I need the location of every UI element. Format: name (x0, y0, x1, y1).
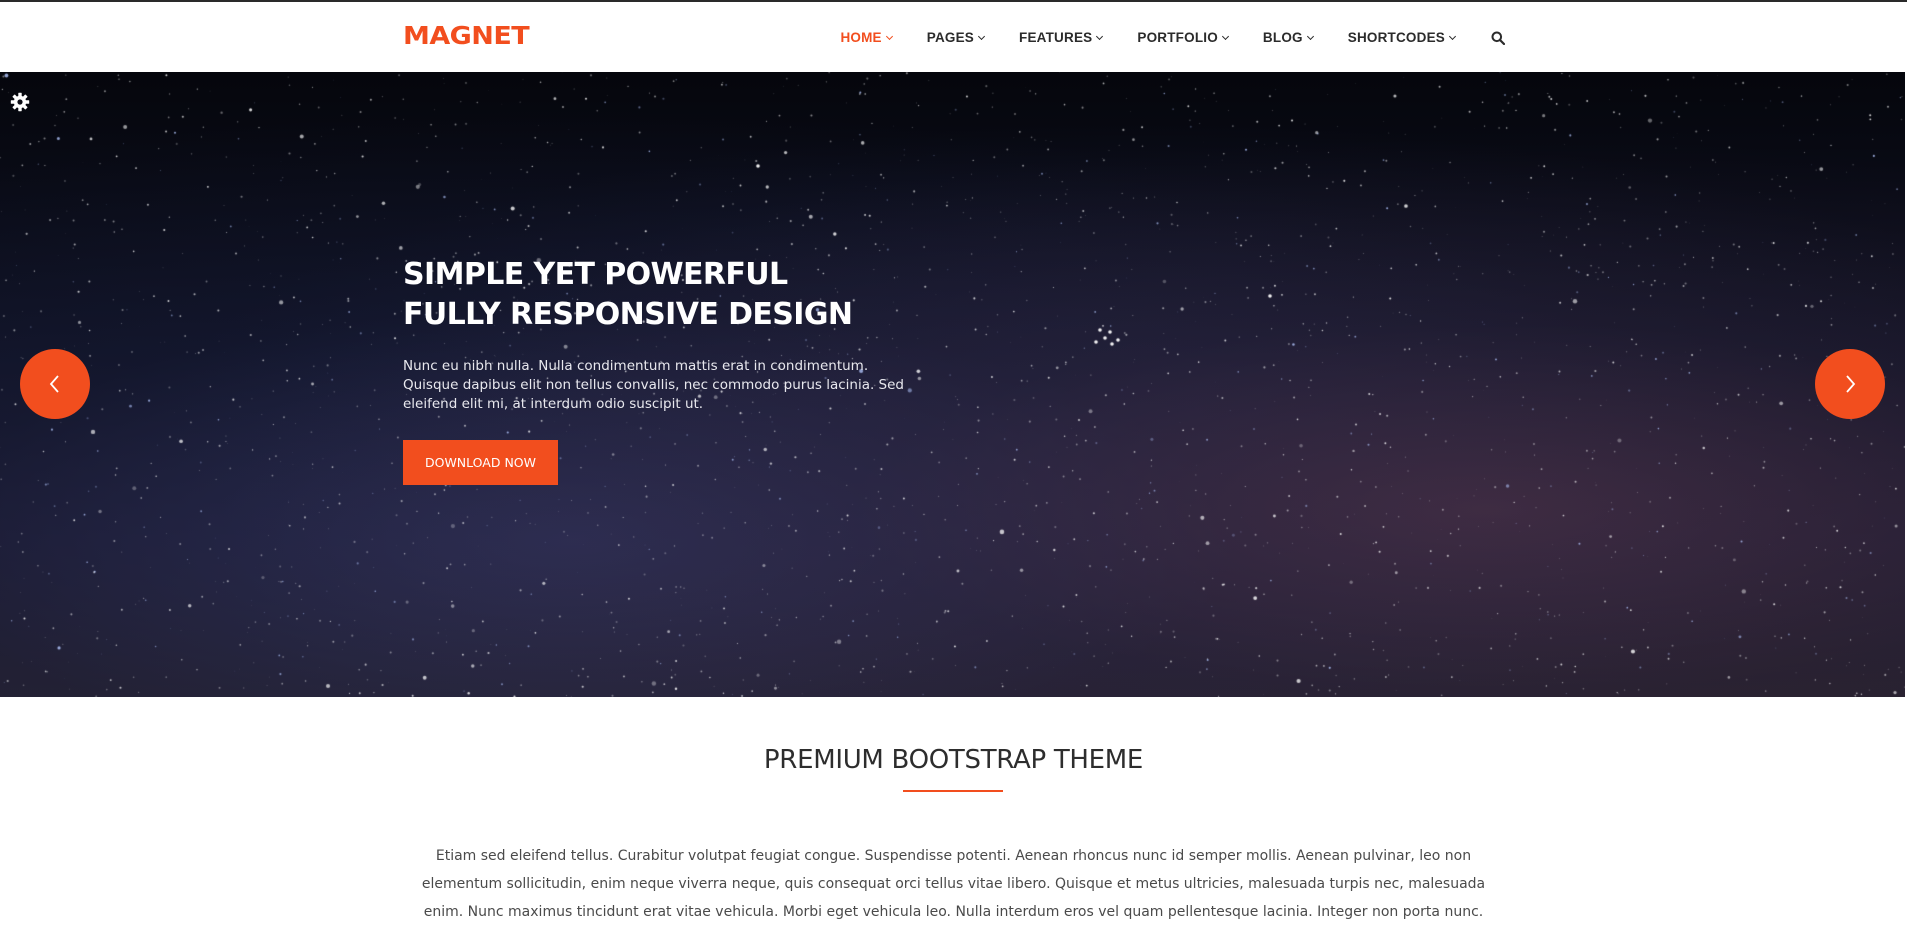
chevron-left-icon (49, 375, 59, 393)
nav-item-label: SHORTCODES (1347, 30, 1445, 45)
download-now-button[interactable]: DOWNLOAD NOW (403, 440, 558, 485)
slider-prev-button[interactable] (20, 349, 90, 419)
hero-title-line: FULLY RESPONSIVE DESIGN (403, 297, 853, 332)
nav-item-label: PORTFOLIO (1137, 30, 1218, 45)
nav-item-portfolio[interactable]: PORTFOLIO (1137, 30, 1229, 45)
nav-item-home[interactable]: HOME (840, 30, 893, 45)
hero-title-line: SIMPLE YET POWERFUL (403, 257, 788, 292)
slider-next-button[interactable] (1815, 349, 1885, 419)
hero-title: SIMPLE YET POWERFUL FULLY RESPONSIVE DES… (403, 255, 853, 335)
chevron-down-icon (1448, 32, 1457, 40)
chevron-right-icon (1846, 375, 1856, 393)
nav-item-label: FEATURES (1019, 30, 1093, 45)
chevron-down-icon (977, 32, 986, 40)
nav-item-features[interactable]: FEATURES (1019, 30, 1104, 45)
chevron-down-icon (1221, 32, 1229, 40)
main-nav: HOME PAGES FEATURES PORTFOLIO BLOG SHORT… (840, 30, 1505, 45)
gear-icon[interactable] (10, 92, 30, 112)
search-icon[interactable] (1491, 31, 1505, 45)
nav-item-label: PAGES (926, 30, 975, 45)
nav-item-shortcodes[interactable]: SHORTCODES (1347, 30, 1457, 45)
chevron-down-icon (1306, 32, 1314, 40)
site-header: MAGNET HOME PAGES FEATURES PORTFOLIO BLO… (0, 2, 1907, 72)
chevron-down-icon (885, 32, 893, 40)
starfield-background (0, 72, 1905, 697)
chevron-down-icon (1096, 32, 1104, 40)
section-description: Etiam sed eleifend tellus. Curabitur vol… (421, 848, 1486, 920)
logo[interactable]: MAGNET (403, 21, 530, 50)
hero-description: Nunc eu nibh nulla. Nulla condimentum ma… (403, 358, 905, 412)
nav-item-label: HOME (840, 30, 882, 45)
nav-item-blog[interactable]: BLOG (1262, 30, 1314, 45)
section-title: PREMIUM BOOTSTRAP THEME (763, 745, 1144, 775)
title-underline (903, 790, 1003, 792)
hero-slider: SIMPLE YET POWERFUL FULLY RESPONSIVE DES… (0, 72, 1905, 697)
nav-item-label: BLOG (1262, 30, 1303, 45)
nav-item-pages[interactable]: PAGES (926, 30, 986, 45)
